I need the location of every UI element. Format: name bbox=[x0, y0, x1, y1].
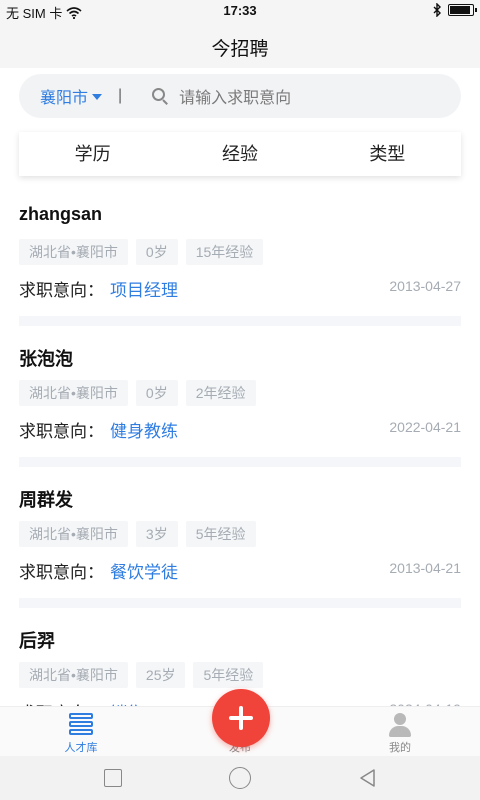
battery-fill bbox=[450, 6, 470, 14]
battery-icon bbox=[448, 4, 477, 16]
nav-bar: 今招聘 bbox=[0, 22, 480, 68]
search-box: 襄阳市 | 请输入求职意向 bbox=[19, 74, 461, 118]
filter-type[interactable]: 类型 bbox=[314, 132, 461, 176]
city-selector[interactable]: 襄阳市 bbox=[40, 84, 103, 108]
list-item[interactable]: 周群发 湖北省•襄阳市 3岁 5年经验 求职意向： 餐饮学徒 2013-04-21 bbox=[19, 472, 461, 608]
page-title: 今招聘 bbox=[211, 39, 269, 60]
intent-label: 求职意向： bbox=[19, 281, 104, 300]
list-item[interactable]: zhangsan 湖北省•襄阳市 0岁 15年经验 求职意向： 项目经理 2013… bbox=[19, 190, 461, 326]
location-tag: 湖北省•襄阳市 bbox=[19, 380, 128, 406]
intent-value: 餐饮学徒 bbox=[110, 563, 178, 582]
search-divider: | bbox=[118, 87, 123, 104]
post-date: 2022-04-21 bbox=[389, 419, 461, 435]
status-bar: 无 SIM 卡 17:33 bbox=[0, 0, 480, 22]
back-icon[interactable] bbox=[358, 768, 378, 788]
intent-value: 项目经理 bbox=[110, 281, 178, 300]
age-tag: 0岁 bbox=[135, 380, 178, 406]
intent-label: 求职意向： bbox=[19, 422, 104, 441]
divider bbox=[19, 457, 461, 467]
location-tag: 湖北省•襄阳市 bbox=[19, 239, 128, 265]
status-time: 17:33 bbox=[223, 3, 257, 18]
job-intent: 求职意向： 项目经理 bbox=[19, 276, 178, 301]
filter-education[interactable]: 学历 bbox=[19, 132, 166, 176]
divider bbox=[19, 598, 461, 608]
candidate-tags: 湖北省•襄阳市 3岁 5年经验 bbox=[19, 521, 256, 547]
experience-tag: 2年经验 bbox=[185, 380, 256, 406]
filter-bar: 学历 经验 类型 bbox=[19, 132, 461, 176]
circle-icon[interactable] bbox=[229, 767, 251, 789]
location-tag: 湖北省•襄阳市 bbox=[19, 662, 128, 688]
age-tag: 3岁 bbox=[135, 521, 178, 547]
search-icon bbox=[152, 88, 169, 105]
experience-tag: 5年经验 bbox=[193, 662, 264, 688]
tab-mine-label: 我的 bbox=[389, 742, 411, 754]
candidate-tags: 湖北省•襄阳市 25岁 5年经验 bbox=[19, 662, 264, 688]
talent-pool-icon bbox=[69, 713, 93, 737]
filter-experience[interactable]: 经验 bbox=[166, 132, 313, 176]
system-nav-bar bbox=[0, 756, 480, 800]
status-right bbox=[433, 3, 477, 17]
location-tag: 湖北省•襄阳市 bbox=[19, 521, 128, 547]
tab-talent-pool-label: 人才库 bbox=[64, 742, 98, 754]
tab-talent-pool[interactable]: 人才库 bbox=[41, 707, 121, 757]
user-icon bbox=[388, 713, 412, 737]
divider bbox=[19, 316, 461, 326]
search-input[interactable]: 请输入求职意向 bbox=[179, 84, 291, 108]
age-tag: 0岁 bbox=[135, 239, 178, 265]
square-icon[interactable] bbox=[104, 769, 122, 787]
candidate-tags: 湖北省•襄阳市 0岁 2年经验 bbox=[19, 380, 256, 406]
candidate-name: 周群发 bbox=[19, 490, 73, 510]
list-item[interactable]: 张泡泡 湖北省•襄阳市 0岁 2年经验 求职意向： 健身教练 2022-04-21 bbox=[19, 331, 461, 467]
age-tag: 25岁 bbox=[135, 662, 186, 688]
intent-label: 求职意向： bbox=[19, 563, 104, 582]
candidate-tags: 湖北省•襄阳市 0岁 15年经验 bbox=[19, 239, 264, 265]
intent-value: 健身教练 bbox=[110, 422, 178, 441]
candidate-name: 后羿 bbox=[19, 631, 55, 651]
candidate-name: 张泡泡 bbox=[19, 349, 73, 369]
post-date: 2013-04-21 bbox=[389, 560, 461, 576]
post-date: 2013-04-27 bbox=[389, 278, 461, 294]
publish-button[interactable] bbox=[212, 689, 270, 747]
bluetooth-icon bbox=[433, 3, 441, 17]
tab-mine[interactable]: 我的 bbox=[360, 707, 440, 757]
chevron-down-icon bbox=[92, 93, 103, 100]
experience-tag: 5年经验 bbox=[185, 521, 256, 547]
experience-tag: 15年经验 bbox=[185, 239, 264, 265]
city-label: 襄阳市 bbox=[40, 90, 89, 107]
job-intent: 求职意向： 健身教练 bbox=[19, 417, 178, 442]
search-area: 襄阳市 | 请输入求职意向 bbox=[0, 68, 480, 128]
candidate-name: zhangsan bbox=[19, 204, 103, 224]
job-intent: 求职意向： 餐饮学徒 bbox=[19, 558, 178, 583]
